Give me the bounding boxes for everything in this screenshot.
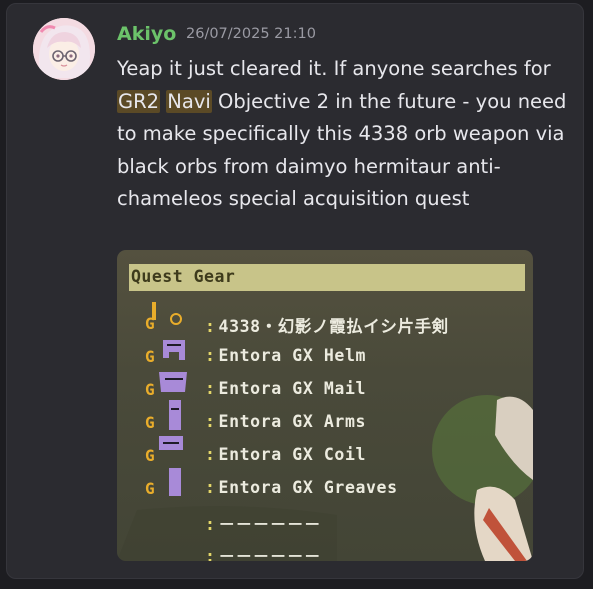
message-text: Yeap it just cleared it. If anyone searc… [117, 53, 567, 216]
g-rank-icon: G [145, 314, 155, 333]
gear-row-greaves: : Entora GX Greaves [205, 478, 398, 497]
avatar[interactable] [33, 18, 95, 80]
g-rank-icon: G [145, 413, 155, 432]
gear-row-mail: : Entora GX Mail [205, 379, 367, 398]
gear-row-weapon: :4338・幻影ノ霞払イシ片手剣 [205, 317, 449, 336]
gear-row-helm: : Entora GX Helm [205, 346, 367, 365]
highlight-gr2: GR2 [117, 89, 161, 113]
author-name[interactable]: Akiyo [117, 23, 176, 45]
g-rank-icon: G [145, 347, 155, 366]
g-rank-icon: G [145, 479, 155, 498]
gear-label: Entora GX Mail [218, 379, 367, 398]
gear-label: Entora GX Greaves [218, 478, 398, 497]
gear-row-arms: : Entora GX Arms [205, 412, 367, 431]
gear-label: Entora GX Helm [218, 346, 367, 365]
gear-row-coil: : Entora GX Coil [205, 445, 367, 464]
gear-row-empty: : －－－－－－ [205, 543, 321, 561]
quest-gear-header: Quest Gear [129, 264, 525, 291]
image-attachment[interactable]: Quest Gear G G G G G G :4338・幻影ノ霞払イシ片手剣 … [117, 250, 533, 561]
quest-gear-title: Quest Gear [131, 267, 236, 286]
gear-row-empty: : －－－－－－ [205, 515, 322, 534]
timestamp: 26/07/2025 21:10 [186, 26, 316, 42]
gear-label: －－－－－－ [218, 515, 322, 534]
highlight-navi: Navi [166, 89, 212, 113]
gear-label: －－－－－－ [218, 547, 322, 561]
gear-label: Entora GX Arms [218, 412, 367, 431]
gear-label: 4338・幻影ノ霞払イシ片手剣 [218, 317, 449, 336]
message-card: Akiyo 26/07/2025 21:10 Yeap it just clea… [6, 3, 584, 579]
g-rank-icon: G [145, 380, 155, 399]
message-text-part: Yeap it just cleared it. If anyone searc… [117, 57, 551, 80]
gear-label: Entora GX Coil [218, 445, 367, 464]
g-rank-icon: G [145, 446, 155, 465]
